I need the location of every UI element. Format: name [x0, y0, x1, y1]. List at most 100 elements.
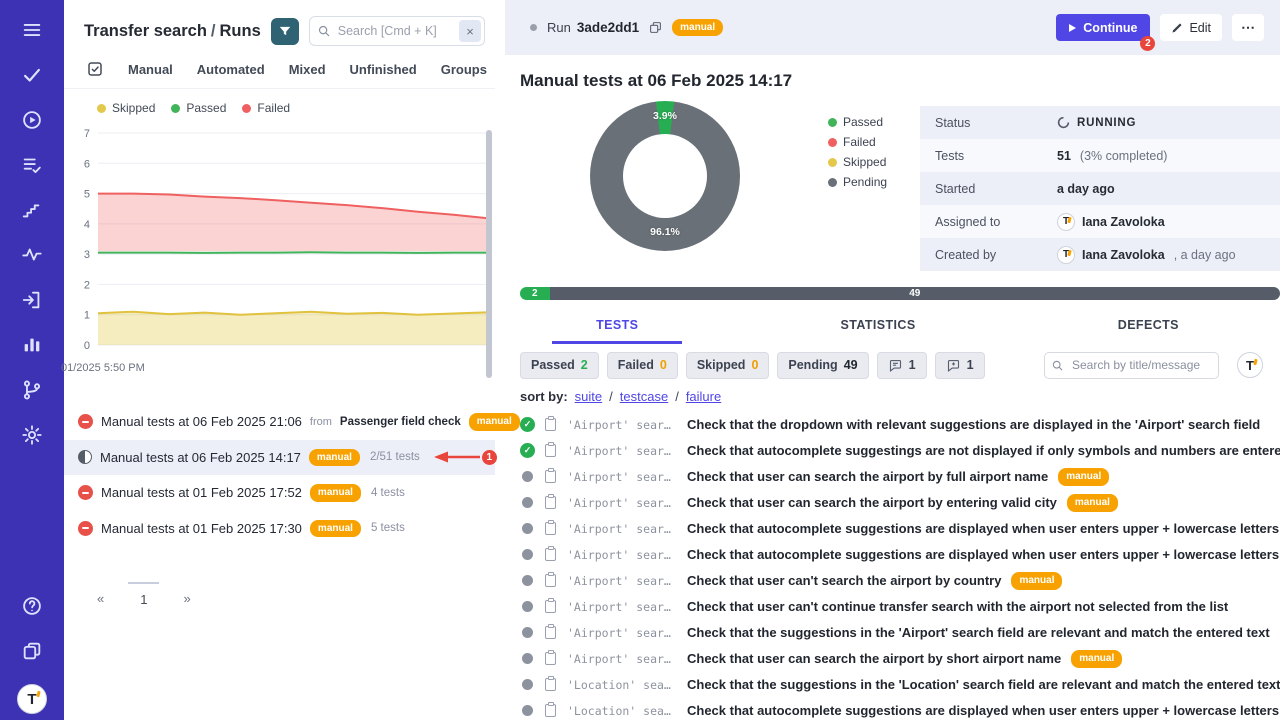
sort-by-suite[interactable]: suite — [575, 389, 602, 404]
filter-count: 49 — [844, 358, 858, 372]
activity-icon[interactable] — [20, 243, 44, 267]
chart-legend: Skipped Passed Failed — [64, 89, 495, 115]
test-title[interactable]: Check that autocomplete suggestions are … — [687, 547, 1279, 562]
test-row[interactable]: 'Airport' sear… Check that autocomplete … — [495, 516, 1280, 542]
test-row[interactable]: 'Airport' sear… Check that autocomplete … — [495, 438, 1280, 464]
filter-failed-button[interactable]: Failed0 — [607, 352, 678, 379]
edit-button[interactable]: Edit — [1160, 14, 1222, 41]
pagination-next[interactable]: » — [183, 583, 190, 606]
run-title[interactable]: Manual tests at 01 Feb 2025 17:30 — [101, 521, 302, 536]
test-title[interactable]: Check that user can search the airport b… — [687, 495, 1057, 510]
run-label: Run — [547, 20, 571, 35]
gear-icon[interactable] — [20, 423, 44, 447]
tab-groups[interactable]: Groups — [441, 62, 487, 77]
run-test-count: 5 tests — [371, 522, 405, 534]
tab-manual[interactable]: Manual — [128, 62, 173, 77]
test-title[interactable]: Check that autocomplete suggestions are … — [687, 521, 1279, 536]
legend-passed: Passed — [843, 115, 883, 129]
runs-search: × — [309, 16, 485, 46]
run-status-dot — [530, 24, 537, 31]
sort-by-testcase[interactable]: testcase — [620, 389, 668, 404]
run-row-selected[interactable]: Manual tests at 06 Feb 2025 14:17 manual… — [64, 440, 495, 476]
test-row[interactable]: 'Airport' sear… Check that autocomplete … — [495, 542, 1280, 568]
sign-in-icon[interactable] — [20, 288, 44, 312]
tab-mixed[interactable]: Mixed — [289, 62, 326, 77]
tab-tests[interactable]: TESTS — [552, 312, 682, 344]
user-avatar[interactable]: T — [17, 684, 47, 714]
copy-pages-icon[interactable] — [20, 639, 44, 663]
pending-icon — [522, 497, 533, 508]
test-title[interactable]: Check that autocomplete suggestings are … — [687, 443, 1280, 458]
copy-run-id-button[interactable] — [649, 21, 662, 34]
pagination-prev[interactable]: « — [97, 583, 104, 606]
red-arrow-icon — [432, 449, 482, 465]
menu-icon[interactable] — [20, 18, 44, 42]
assignee-name[interactable]: Iana Zavoloka — [1082, 215, 1165, 229]
select-all-icon[interactable] — [86, 60, 104, 78]
run-row[interactable]: Manual tests at 01 Feb 2025 17:52 manual… — [64, 475, 495, 511]
pending-icon — [522, 653, 533, 664]
test-row[interactable]: 'Airport' sear… Check that the suggestio… — [495, 620, 1280, 646]
search-clear-button[interactable]: × — [459, 20, 481, 42]
test-title[interactable]: Check that user can't continue transfer … — [687, 599, 1228, 614]
test-list-icon[interactable] — [20, 153, 44, 177]
filter-skipped-button[interactable]: Skipped0 — [686, 352, 770, 379]
run-title[interactable]: Manual tests at 06 Feb 2025 21:06 — [101, 414, 302, 429]
test-title[interactable]: Check that the dropdown with relevant su… — [687, 417, 1260, 432]
test-row[interactable]: 'Location' sea… Check that the suggestio… — [495, 672, 1280, 698]
check-icon[interactable] — [20, 63, 44, 87]
tab-statistics[interactable]: STATISTICS — [797, 312, 960, 344]
tab-defects[interactable]: DEFECTS — [1074, 312, 1223, 344]
comments-button[interactable]: 1 — [877, 352, 927, 379]
filter-passed-button[interactable]: Passed2 — [520, 352, 599, 379]
help-icon[interactable] — [20, 594, 44, 618]
add-comment-button[interactable]: 1 — [935, 352, 985, 379]
test-title[interactable]: Check that the suggestions in the 'Airpo… — [687, 625, 1270, 640]
run-title[interactable]: Manual tests at 06 Feb 2025 14:17 — [100, 450, 301, 465]
tab-unfinished[interactable]: Unfinished — [350, 62, 417, 77]
sort-by-failure[interactable]: failure — [686, 389, 721, 404]
pagination-page-1[interactable]: 1 — [128, 582, 159, 607]
status-value: RUNNING — [1077, 117, 1136, 129]
test-row[interactable]: 'Airport' sear… Check that user can sear… — [495, 646, 1280, 672]
continue-button[interactable]: Continue 2 — [1056, 14, 1150, 41]
info-label: Status — [935, 116, 1057, 130]
breadcrumb-parent[interactable]: Transfer search — [84, 22, 207, 40]
panel-scrollbar[interactable] — [486, 130, 492, 378]
run-detail-main: Run 3ade2dd1 manual Continue 2 Edit ⋯ Ma… — [495, 0, 1280, 720]
test-row[interactable]: 'Airport' sear… Check that the dropdown … — [495, 412, 1280, 438]
test-suite: 'Airport' sear… — [567, 652, 679, 666]
test-row[interactable]: 'Airport' sear… Check that user can't co… — [495, 594, 1280, 620]
test-title[interactable]: Check that autocomplete suggestions are … — [687, 703, 1279, 718]
brand-avatar[interactable]: T — [1237, 352, 1263, 378]
filter-pending-button[interactable]: Pending49 — [777, 352, 868, 379]
steps-icon[interactable] — [20, 198, 44, 222]
test-row[interactable]: 'Airport' sear… Check that user can sear… — [495, 490, 1280, 516]
test-row[interactable]: 'Location' sea… Check that autocomplete … — [495, 698, 1280, 720]
run-row[interactable]: Manual tests at 06 Feb 2025 21:06 from P… — [64, 404, 495, 440]
filter-label: Skipped — [697, 358, 746, 372]
info-label: Started — [935, 182, 1057, 196]
test-title[interactable]: Check that user can search the airport b… — [687, 651, 1061, 666]
run-row[interactable]: Manual tests at 01 Feb 2025 17:30 manual… — [64, 511, 495, 547]
filter-label: Failed — [618, 358, 654, 372]
clipboard-icon — [545, 548, 556, 561]
more-actions-button[interactable]: ⋯ — [1232, 14, 1264, 41]
play-circle-icon[interactable] — [20, 108, 44, 132]
filter-button[interactable] — [271, 18, 299, 45]
test-row[interactable]: 'Airport' sear… Check that user can sear… — [495, 464, 1280, 490]
test-row[interactable]: 'Airport' sear… Check that user can't se… — [495, 568, 1280, 594]
bar-chart-icon[interactable] — [20, 333, 44, 357]
filter-count: 2 — [581, 358, 588, 372]
git-branch-icon[interactable] — [20, 378, 44, 402]
test-title[interactable]: Check that the suggestions in the 'Locat… — [687, 677, 1280, 692]
test-title[interactable]: Check that user can't search the airport… — [687, 573, 1001, 588]
tab-automated[interactable]: Automated — [197, 62, 265, 77]
creator-name[interactable]: Iana Zavoloka — [1082, 248, 1165, 262]
pending-icon — [522, 523, 533, 534]
tests-search-input[interactable] — [1044, 352, 1219, 379]
test-title[interactable]: Check that user can search the airport b… — [687, 469, 1048, 484]
run-title[interactable]: Manual tests at 01 Feb 2025 17:52 — [101, 485, 302, 500]
run-from-name[interactable]: Passenger field check — [340, 416, 461, 428]
legend-skipped: Skipped — [112, 101, 155, 115]
